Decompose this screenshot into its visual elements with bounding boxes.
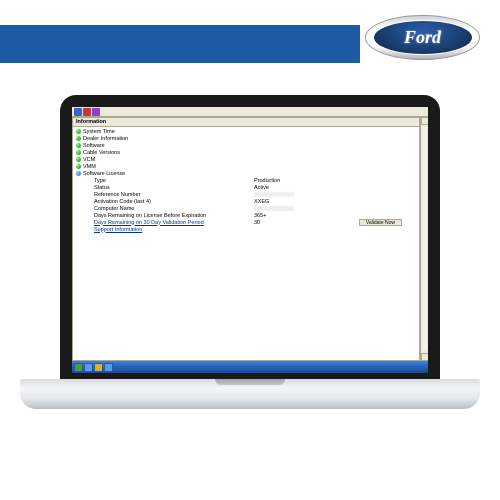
taskbar	[72, 361, 428, 373]
tree-item-dealer-info[interactable]: Dealer Information	[76, 135, 416, 142]
row-value: 30	[254, 220, 260, 226]
toolbar-icon-1[interactable]	[74, 108, 82, 116]
bullet-icon	[76, 136, 81, 141]
tree-label: Software	[83, 143, 105, 149]
toolbar-icon-2[interactable]	[83, 108, 91, 116]
row-value: XXEG	[254, 199, 269, 205]
tree-label: VCM	[83, 157, 95, 163]
bullet-icon	[76, 143, 81, 148]
start-button[interactable]	[74, 363, 83, 372]
row-label: Days Remaining on License Before Expirat…	[94, 213, 254, 219]
tree-item-system-time[interactable]: System Time	[76, 128, 416, 135]
row-label: Type	[94, 178, 254, 184]
tree-label: Software License	[83, 171, 125, 177]
scroll-up-button[interactable]	[421, 117, 428, 125]
tree-label: Dealer Information	[83, 136, 128, 142]
tree-label: VMM	[83, 164, 96, 170]
row-value: Active	[254, 185, 269, 191]
app-window: Information System Time Dealer Informati…	[72, 107, 428, 373]
row-label: Activation Code (last 4)	[94, 199, 254, 205]
license-row-status: StatusActive	[76, 184, 416, 191]
info-panel: Information System Time Dealer Informati…	[72, 117, 420, 361]
license-row-days-validation: Days Remaining on 30 Day Validation Peri…	[76, 219, 416, 226]
row-label-link[interactable]: Support Information	[94, 227, 254, 233]
taskbar-item[interactable]	[84, 363, 93, 372]
bullet-icon	[76, 157, 81, 162]
laptop-notch	[215, 379, 285, 385]
row-label: Computer Name	[94, 206, 254, 212]
row-label-link[interactable]: Days Remaining on 30 Day Validation Peri…	[94, 220, 254, 226]
vertical-scrollbar[interactable]	[420, 117, 428, 361]
globe-icon	[76, 171, 81, 176]
bullet-icon	[76, 164, 81, 169]
scroll-track[interactable]	[422, 127, 427, 351]
license-row-activation: Activation Code (last 4)XXEG	[76, 198, 416, 205]
row-label: Status	[94, 185, 254, 191]
validate-now-button[interactable]: Validate Now	[359, 219, 402, 226]
tree-label: System Time	[83, 129, 115, 135]
bullet-icon	[76, 150, 81, 155]
tree-item-cable-versions[interactable]: Cable Versions	[76, 149, 416, 156]
row-label: Reference Number	[94, 192, 254, 198]
scroll-down-button[interactable]	[421, 353, 428, 361]
license-row-computer-name: Computer Name	[76, 205, 416, 212]
header-blue-bar	[0, 25, 360, 63]
bullet-icon	[76, 129, 81, 134]
tree-item-vcm[interactable]: VCM	[76, 156, 416, 163]
laptop-screen: Information System Time Dealer Informati…	[60, 95, 440, 385]
tree-label: Cable Versions	[83, 150, 120, 156]
row-value-obscured	[254, 192, 294, 197]
toolbar	[72, 107, 428, 117]
tree-item-software-license[interactable]: Software License	[76, 170, 416, 177]
row-value-obscured	[254, 206, 294, 211]
ford-logo-text: Ford	[373, 20, 473, 55]
tree-item-software[interactable]: Software	[76, 142, 416, 149]
taskbar-item[interactable]	[104, 363, 113, 372]
page-header: Ford	[0, 0, 500, 90]
taskbar-item[interactable]	[94, 363, 103, 372]
row-value: Production	[254, 178, 280, 184]
toolbar-icon-3[interactable]	[92, 108, 100, 116]
panel-body: System Time Dealer Information Software …	[73, 127, 419, 234]
license-row-days-expiration: Days Remaining on License Before Expirat…	[76, 212, 416, 219]
panel-title: Information	[73, 118, 419, 127]
ford-logo: Ford	[365, 15, 480, 60]
laptop-base	[20, 379, 480, 409]
tree-item-vmm[interactable]: VMM	[76, 163, 416, 170]
row-value: 365+	[254, 213, 266, 219]
laptop: Information System Time Dealer Informati…	[20, 95, 480, 465]
license-row-support: Support Information	[76, 226, 416, 233]
license-row-reference: Reference Number	[76, 191, 416, 198]
license-row-type: TypeProduction	[76, 177, 416, 184]
